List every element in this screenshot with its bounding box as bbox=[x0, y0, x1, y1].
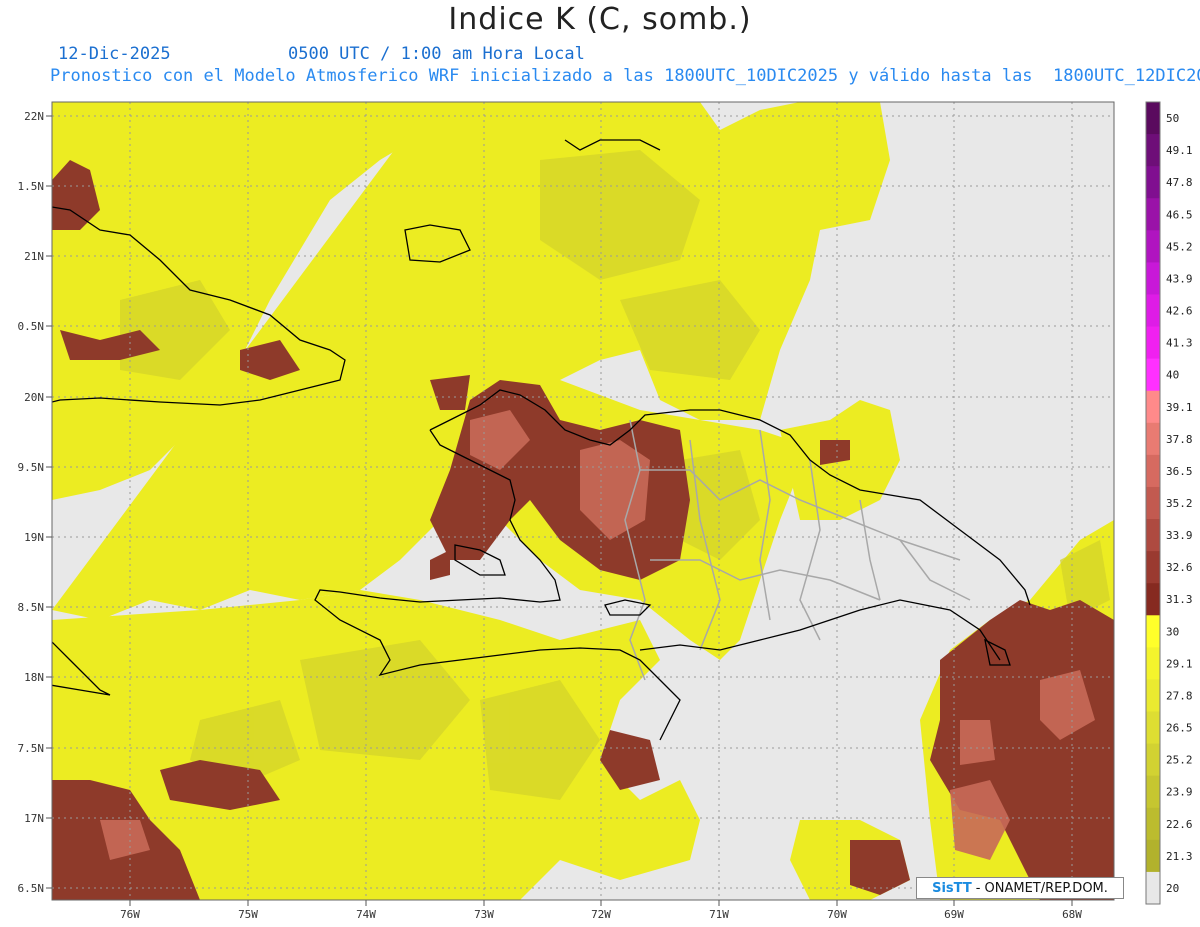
credit-text: - ONAMET/REP.DOM. bbox=[975, 880, 1108, 896]
lat-label: 7.5N bbox=[18, 742, 45, 755]
lon-label: 69W bbox=[944, 908, 964, 921]
colorbar-swatch bbox=[1146, 519, 1160, 552]
colorbar-swatch bbox=[1146, 454, 1160, 488]
colorbar-label: 30 bbox=[1166, 625, 1179, 638]
colorbar-swatch bbox=[1146, 775, 1160, 809]
lat-label: 22N bbox=[24, 110, 44, 123]
colorbar-label: 40 bbox=[1166, 369, 1179, 382]
k-index-map: 22N 1.5N 21N 0.5N 20N 9.5N 19N 8.5N 18N 7.5N 17N 6.… bbox=[18, 101, 1193, 921]
colorbar-swatch bbox=[1146, 294, 1160, 328]
colorbar-swatch bbox=[1146, 711, 1160, 745]
colorbar-swatch bbox=[1146, 679, 1160, 713]
colorbar-swatch bbox=[1146, 486, 1160, 520]
colorbar-swatch bbox=[1146, 134, 1160, 167]
colorbar-swatch bbox=[1146, 102, 1160, 135]
lat-label: 0.5N bbox=[18, 320, 45, 333]
colorbar-label: 20 bbox=[1166, 882, 1179, 895]
lon-label: 76W bbox=[120, 908, 140, 921]
colorbar-swatch bbox=[1146, 358, 1160, 392]
lon-label: 72W bbox=[591, 908, 611, 921]
colorbar-label: 47.8 bbox=[1166, 176, 1193, 189]
colorbar-label: 46.5 bbox=[1166, 208, 1193, 221]
lat-label: 6.5N bbox=[18, 882, 45, 895]
lon-label: 68W bbox=[1062, 908, 1082, 921]
colorbar-label: 39.1 bbox=[1166, 401, 1193, 414]
colorbar-swatch bbox=[1146, 615, 1160, 648]
colorbar-label: 22.6 bbox=[1166, 818, 1193, 831]
colorbar-label: 35.2 bbox=[1166, 497, 1193, 510]
colorbar-swatch bbox=[1146, 230, 1160, 263]
longitude-labels: 76W 75W 74W 73W 72W 71W 70W 69W 68W bbox=[120, 900, 1082, 921]
colorbar-swatch bbox=[1146, 839, 1160, 873]
colorbar-label: 31.3 bbox=[1166, 593, 1193, 606]
lat-label: 9.5N bbox=[18, 461, 45, 474]
colorbar-swatch bbox=[1146, 422, 1160, 456]
colorbar-label: 43.9 bbox=[1166, 272, 1193, 285]
colorbar-swatch bbox=[1146, 807, 1160, 841]
lon-label: 71W bbox=[709, 908, 729, 921]
lat-label: 17N bbox=[24, 812, 44, 825]
colorbar-label: 23.9 bbox=[1166, 786, 1193, 799]
colorbar-swatch bbox=[1146, 647, 1160, 680]
colorbar-label: 33.9 bbox=[1166, 529, 1193, 542]
lat-label: 20N bbox=[24, 391, 44, 404]
lon-label: 73W bbox=[474, 908, 494, 921]
colorbar-label: 45.2 bbox=[1166, 240, 1193, 253]
lat-label: 21N bbox=[24, 250, 44, 263]
colorbar-swatch bbox=[1146, 262, 1160, 295]
colorbar-label: 32.6 bbox=[1166, 561, 1193, 574]
lon-label: 74W bbox=[356, 908, 376, 921]
colorbar-label: 29.1 bbox=[1166, 657, 1193, 670]
colorbar-swatch bbox=[1146, 166, 1160, 199]
colorbar-swatch bbox=[1146, 743, 1160, 777]
colorbar-label: 21.3 bbox=[1166, 850, 1193, 863]
colorbar-swatch bbox=[1146, 583, 1160, 616]
credit-brand: SisTT bbox=[932, 880, 972, 896]
colorbar-label: 50 bbox=[1166, 112, 1179, 125]
colorbar-swatch bbox=[1146, 390, 1160, 424]
colorbar-label: 25.2 bbox=[1166, 754, 1193, 767]
lon-label: 70W bbox=[827, 908, 847, 921]
colorbar-label: 49.1 bbox=[1166, 144, 1193, 157]
colorbar-label: 36.5 bbox=[1166, 465, 1193, 478]
colorbar: 50 49.1 47.8 46.5 45.2 43.9 42.6 41.3 40 39.1 37.8… bbox=[1145, 101, 1193, 905]
colorbar-label: 41.3 bbox=[1166, 337, 1193, 350]
colorbar-swatch bbox=[1146, 326, 1160, 360]
colorbar-label: 26.5 bbox=[1166, 722, 1193, 735]
colorbar-label: 42.6 bbox=[1166, 305, 1193, 318]
colorbar-label: 27.8 bbox=[1166, 689, 1193, 702]
lat-label: 18N bbox=[24, 671, 44, 684]
colorbar-swatch bbox=[1146, 198, 1160, 231]
lon-label: 75W bbox=[238, 908, 258, 921]
colorbar-label: 37.8 bbox=[1166, 433, 1193, 446]
latitude-labels: 22N 1.5N 21N 0.5N 20N 9.5N 19N 8.5N 18N 7.5N 17N 6.… bbox=[18, 110, 52, 895]
lat-label: 8.5N bbox=[18, 601, 45, 614]
colorbar-swatch bbox=[1146, 551, 1160, 584]
colorbar-swatch bbox=[1146, 871, 1160, 905]
credit-box: SisTT - ONAMET/REP.DOM. bbox=[916, 877, 1124, 899]
lat-label: 19N bbox=[24, 531, 44, 544]
lat-label: 1.5N bbox=[18, 180, 45, 193]
